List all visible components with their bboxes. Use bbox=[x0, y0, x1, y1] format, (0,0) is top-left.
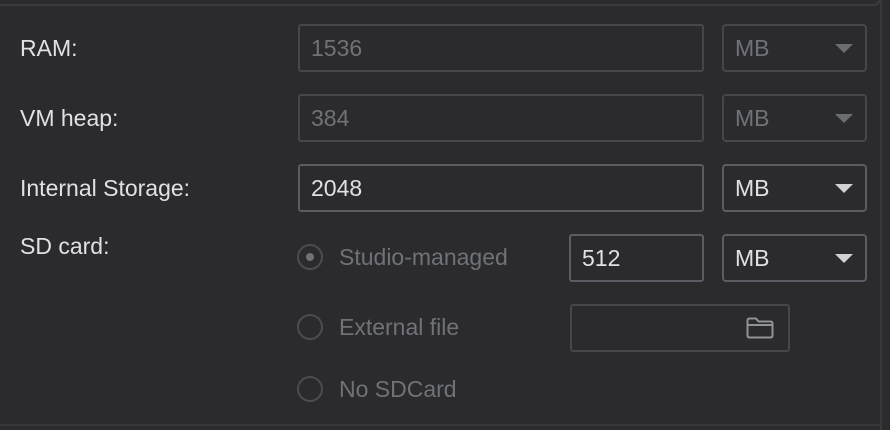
internal-storage-value: 2048 bbox=[311, 174, 363, 201]
external-file-path-field bbox=[570, 304, 790, 352]
internal-storage-unit-select[interactable]: MB bbox=[722, 164, 867, 212]
sd-card-size-input[interactable]: 512 bbox=[569, 234, 704, 282]
ram-unit-value: MB bbox=[735, 34, 770, 61]
studio-managed-label: Studio-managed bbox=[339, 243, 508, 270]
radio-unchecked-icon bbox=[297, 314, 323, 340]
vm-heap-value: 384 bbox=[311, 104, 350, 131]
ram-input: 1536 bbox=[298, 24, 704, 72]
chevron-down-icon bbox=[835, 254, 853, 263]
ram-value: 1536 bbox=[311, 34, 363, 61]
panel-right-border bbox=[880, 0, 882, 430]
radio-unchecked-icon bbox=[297, 376, 323, 402]
internal-storage-input[interactable]: 2048 bbox=[298, 164, 704, 212]
sd-card-unit-select[interactable]: MB bbox=[722, 234, 867, 282]
chevron-down-icon bbox=[835, 44, 853, 53]
studio-managed-radio: Studio-managed bbox=[297, 242, 508, 272]
no-sdcard-radio: No SDCard bbox=[297, 374, 457, 404]
panel-top-border bbox=[0, 0, 880, 6]
internal-storage-unit-value: MB bbox=[735, 174, 770, 201]
vm-heap-unit-select: MB bbox=[722, 94, 867, 142]
internal-storage-label: Internal Storage: bbox=[20, 175, 191, 201]
sd-card-label: SD card: bbox=[20, 233, 110, 259]
external-file-label: External file bbox=[339, 313, 460, 340]
no-sdcard-label: No SDCard bbox=[339, 375, 457, 402]
sd-card-size-value: 512 bbox=[582, 244, 621, 271]
panel-bottom-border bbox=[0, 424, 880, 430]
chevron-down-icon bbox=[835, 184, 853, 193]
vm-heap-label: VM heap: bbox=[20, 105, 119, 131]
ram-label: RAM: bbox=[20, 35, 78, 61]
vm-heap-input: 384 bbox=[298, 94, 704, 142]
sd-card-unit-value: MB bbox=[735, 244, 770, 271]
ram-unit-select: MB bbox=[722, 24, 867, 72]
chevron-down-icon bbox=[835, 114, 853, 123]
folder-icon bbox=[746, 317, 774, 339]
external-file-radio: External file bbox=[297, 312, 459, 342]
vm-heap-unit-value: MB bbox=[735, 104, 770, 131]
radio-checked-icon bbox=[297, 244, 323, 270]
